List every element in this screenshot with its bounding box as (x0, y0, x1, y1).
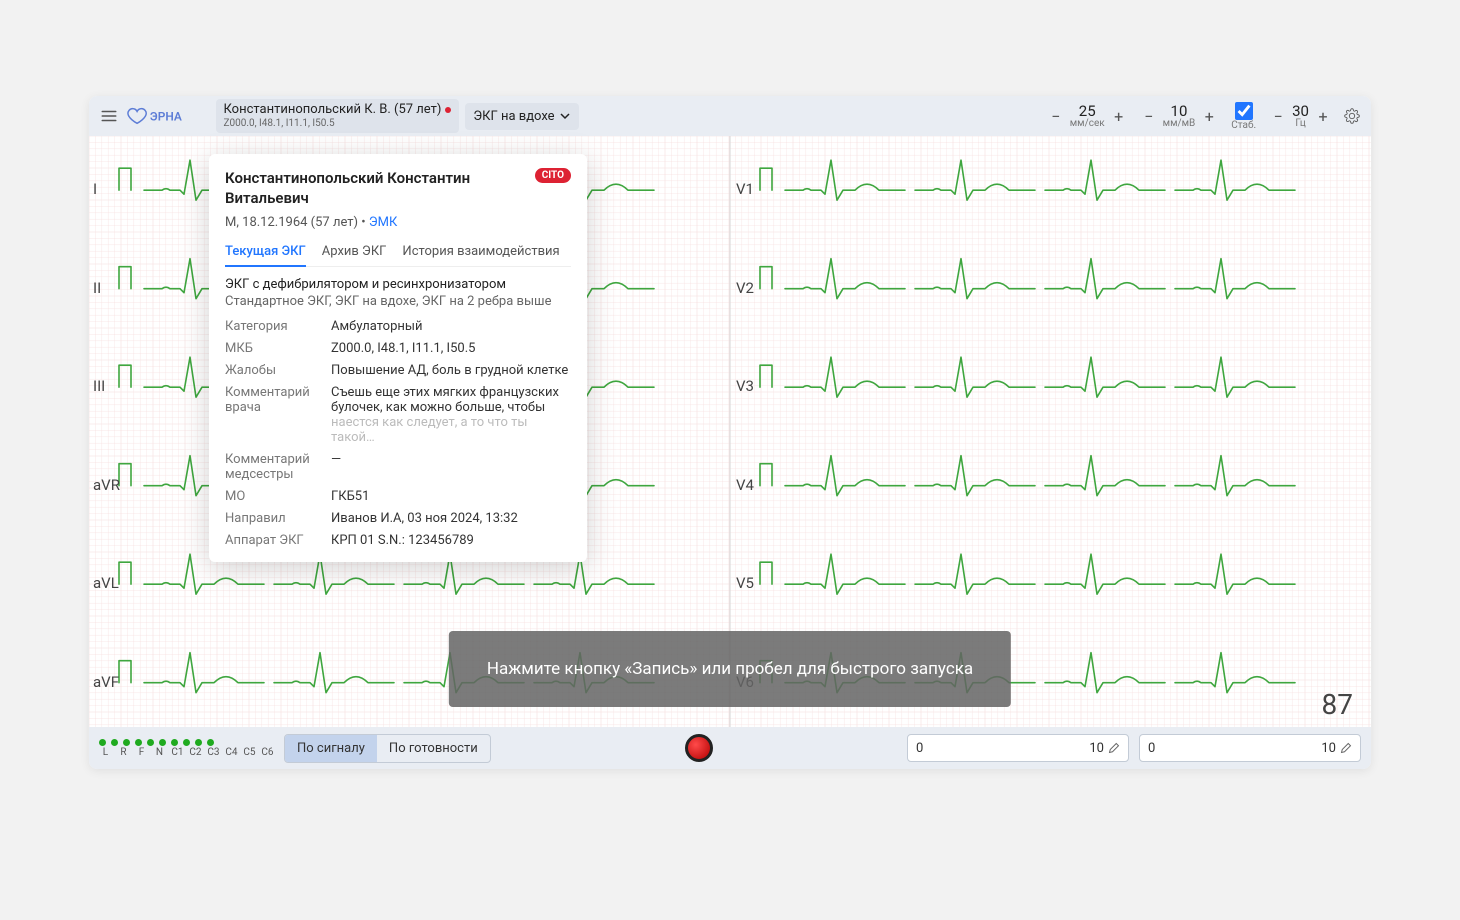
stab-toggle[interactable]: Стаб. (1227, 102, 1260, 131)
record-button[interactable] (685, 734, 713, 762)
lead-dot (135, 739, 142, 746)
field-value: — (331, 452, 571, 482)
speed-stepper: − 25мм/сек + (1044, 104, 1131, 129)
lead-name: C6 (261, 747, 274, 758)
field-key: Категория (225, 319, 323, 334)
gear-icon (1344, 108, 1360, 124)
lead-name: N (153, 747, 166, 758)
field-key: Комментарий медсестры (225, 452, 323, 482)
lead-name: C2 (189, 747, 202, 758)
patient-fields: Категория Амбулаторный МКБ Z000.0, I48.1, I… (225, 319, 571, 548)
freq-stepper: − 30Гц + (1266, 104, 1335, 129)
field-value: Амбулаторный (331, 319, 571, 334)
settings-button[interactable] (1341, 105, 1363, 127)
field-key: Жалобы (225, 363, 323, 378)
gain-increment[interactable]: + (1201, 107, 1217, 126)
popup-tab[interactable]: Текущая ЭКГ (225, 244, 306, 267)
lead-name: C4 (225, 747, 238, 758)
lead-status-panel: LRFN C1 C2 C3 C4 C5 C6 (99, 739, 274, 758)
field-value: Z000.0, I48.1, I11.1, I50.5 (331, 341, 571, 356)
segment-by-readiness[interactable]: По готовности (377, 735, 490, 762)
gain-stepper: − 10мм/мВ + (1137, 104, 1222, 129)
heart-rate-value: 87 (1322, 688, 1353, 721)
lead-name: C3 (207, 747, 220, 758)
lead-dot (195, 739, 202, 746)
lead-name: R (117, 747, 130, 758)
field-value: ГКБ51 (331, 489, 571, 504)
range1-right: 10 (1089, 741, 1104, 756)
ecg-types-line: Стандартное ЭКГ, ЭКГ на вдохе, ЭКГ на 2 … (225, 294, 571, 309)
field-key: Комментарий врача (225, 385, 323, 445)
lead-name: F (135, 747, 148, 758)
lead-dot (207, 739, 214, 746)
lead-dot (123, 739, 130, 746)
lead-dot (147, 739, 154, 746)
patient-short-name: Константинопольский К. В. (57 лет) (224, 103, 442, 117)
speed-increment[interactable]: + (1111, 107, 1127, 126)
field-value: Съешь еще этих мягких французских булоче… (331, 385, 571, 445)
menu-button[interactable] (97, 104, 121, 128)
lead-dot (111, 739, 118, 746)
patient-popup: Константинопольский Константин Витальеви… (209, 154, 587, 562)
speed-value: 25 (1079, 104, 1096, 119)
gain-unit: мм/мВ (1163, 119, 1196, 129)
field-key: Аппарат ЭКГ (225, 533, 323, 548)
lead-name: C1 (171, 747, 184, 758)
range-input-2[interactable]: 0 10 (1139, 734, 1361, 762)
range2-right: 10 (1321, 741, 1336, 756)
footer-bar: LRFN C1 C2 C3 C4 C5 C6 По сигналу По готовност… (89, 727, 1371, 769)
freq-unit: Гц (1295, 119, 1306, 129)
patient-subline: М, 18.12.1964 (57 лет) • ЭМК (225, 215, 571, 230)
field-key: Направил (225, 511, 323, 526)
ecg-mode-select[interactable]: ЭКГ на вдохе (465, 103, 578, 130)
app-logo: ЭРНА (127, 105, 210, 127)
lead-dot (171, 739, 178, 746)
speed-unit: мм/сек (1070, 119, 1105, 129)
pencil-icon (1340, 742, 1352, 754)
popup-tab[interactable]: Архив ЭКГ (322, 244, 387, 266)
stab-checkbox[interactable] (1235, 102, 1253, 120)
urgent-dot-icon (445, 107, 451, 113)
lead-dot (99, 739, 106, 746)
lead-dot (183, 739, 190, 746)
hamburger-icon (100, 107, 118, 125)
emr-link[interactable]: ЭМК (369, 215, 397, 230)
freq-value: 30 (1292, 104, 1309, 119)
range-input-1[interactable]: 0 10 (907, 734, 1129, 762)
gain-decrement[interactable]: − (1141, 107, 1157, 126)
instruction-toast: Нажмите кнопку «Запись» или пробел для б… (449, 631, 1011, 707)
header-bar: ЭРНА Константинопольский К. В. (57 лет) … (89, 96, 1371, 136)
pencil-icon (1108, 742, 1120, 754)
patient-full-name: Константинопольский Константин Витальеви… (225, 168, 527, 209)
patient-chip[interactable]: Константинопольский К. В. (57 лет) Z000.… (216, 99, 460, 132)
freq-increment[interactable]: + (1315, 107, 1331, 126)
field-key: МО (225, 489, 323, 504)
field-key: МКБ (225, 341, 323, 356)
ecg-config-line: ЭКГ с дефибрилятором и ресинхронизатором (225, 277, 571, 292)
trigger-segment: По сигналу По готовности (284, 734, 491, 763)
field-value: Иванов И.А, 03 ноя 2024, 13:32 (331, 511, 571, 526)
chevron-down-icon (559, 110, 571, 122)
field-value: Повышение АД, боль в грудной клетке (331, 363, 571, 378)
range1-left: 0 (916, 741, 923, 756)
popup-tab[interactable]: История взаимодействия (402, 244, 559, 266)
lead-name: L (99, 747, 112, 758)
speed-decrement[interactable]: − (1048, 107, 1064, 126)
ecg-mode-label: ЭКГ на вдохе (473, 109, 554, 124)
field-value: КРП 01 S.N.: 123456789 (331, 533, 571, 548)
svg-text:ЭРНА: ЭРНА (150, 110, 182, 124)
gain-value: 10 (1171, 104, 1188, 119)
popup-tabs: Текущая ЭКГ Архив ЭКГ История взаимодейств… (225, 244, 571, 267)
range2-left: 0 (1148, 741, 1155, 756)
lead-dot (159, 739, 166, 746)
patient-codes: Z000.0, I48.1, I11.1, I50.5 (224, 118, 452, 129)
lead-name: C5 (243, 747, 256, 758)
stab-label: Стаб. (1231, 121, 1256, 131)
segment-by-signal[interactable]: По сигналу (285, 735, 377, 762)
cito-badge: CITO (535, 168, 571, 183)
freq-decrement[interactable]: − (1270, 107, 1286, 126)
